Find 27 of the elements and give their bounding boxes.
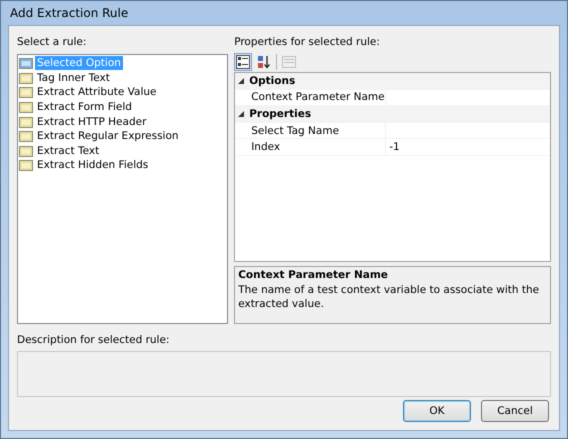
rule-item[interactable]: Extract Regular Expression — [35, 129, 181, 144]
window-title: Add Extraction Rule — [10, 6, 128, 20]
sort-icon — [257, 55, 272, 69]
property-name: Context Parameter Name — [250, 91, 386, 104]
description-label: Description for selected rule: — [17, 333, 170, 348]
properties-label: Properties for selected rule: — [234, 35, 381, 50]
rule-item[interactable]: Extract Attribute Value — [35, 85, 158, 100]
collapse-icon — [238, 78, 244, 84]
property-value[interactable]: -1 — [385, 139, 550, 155]
category-name: Options — [249, 74, 296, 87]
cancel-button[interactable]: Cancel — [481, 400, 549, 422]
rule-item[interactable]: Extract Form Field — [35, 100, 134, 114]
property-pages-icon — [282, 56, 296, 68]
categorized-button[interactable] — [234, 53, 252, 71]
rule-list-label: Select a rule: — [17, 35, 88, 50]
category-name: Properties — [249, 108, 312, 120]
property-name: Select Tag Name — [250, 124, 340, 137]
collapse-icon — [238, 110, 244, 117]
rule-item[interactable]: Extract HTTP Header — [35, 114, 148, 129]
categorized-icon — [236, 55, 250, 69]
help-text: The name of a test context variable to associate with the extracted value. — [238, 283, 540, 311]
rule-item[interactable]: Extract Hidden Fields — [35, 158, 150, 172]
ok-button[interactable]: OK — [403, 400, 471, 422]
property-name: Index — [250, 141, 282, 154]
help-title: Context Parameter Name — [238, 269, 389, 281]
rule-item[interactable]: Tag Inner Text — [35, 70, 112, 85]
rule-item[interactable]: Extract Text — [35, 144, 102, 158]
